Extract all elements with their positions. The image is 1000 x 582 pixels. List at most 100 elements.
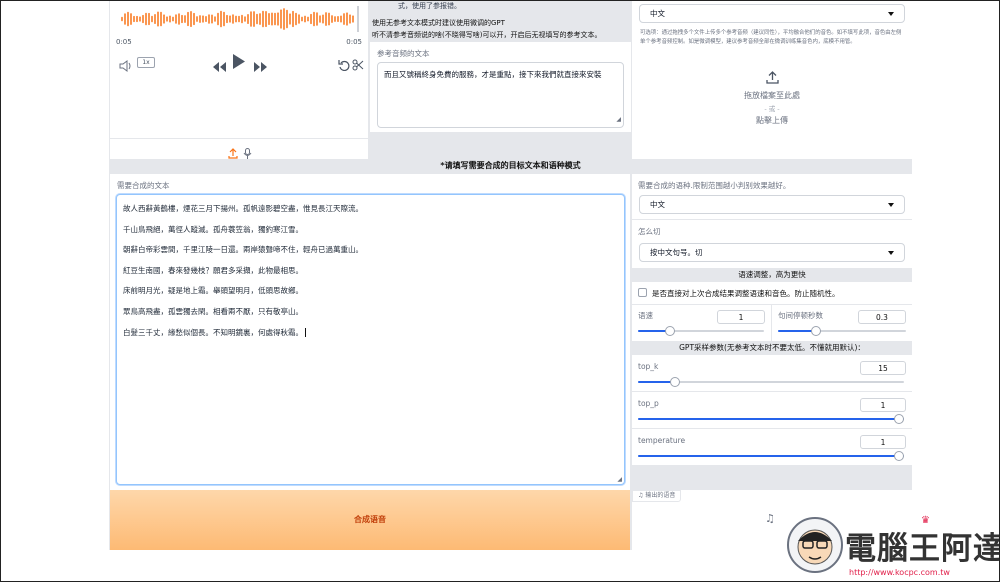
speed-label: 语速 [638, 311, 653, 320]
audio-source-divider [110, 138, 368, 139]
resize-handle-icon[interactable]: ◢ [616, 114, 621, 126]
topp-number-input[interactable]: 1 [860, 398, 906, 412]
undo-icon[interactable] [338, 56, 350, 75]
synthesis-text-panel: 需要合成的文本 故人西辭黃鶴樓，煙花三月下揚州。孤帆遠影碧空盡，惟見長江天際流。… [110, 174, 630, 490]
chevron-down-icon [888, 250, 894, 255]
reference-audio-panel: 0:05 0:05 1x [110, 1, 368, 159]
cut-method-panel: 怎么切 按中文句号。切 [632, 220, 912, 268]
app-container: 0:05 0:05 1x 式，使用了参报错。 使用无参考文本模式时建议使用微调的… [109, 1, 912, 550]
chevron-down-icon [888, 202, 894, 207]
screenshot-frame: 0:05 0:05 1x 式，使用了参报错。 使用无参考文本模式时建议使用微调的… [0, 0, 1000, 582]
topp-slider-thumb[interactable] [894, 414, 904, 424]
pause-number-input[interactable]: 0.3 [858, 310, 906, 324]
music-note-icon: ♫ [638, 492, 644, 499]
dropzone-or: - 或 - [764, 105, 780, 113]
synthesis-text-lines: 故人西辭黃鶴樓，煙花三月下揚州。孤帆遠影碧空盡，惟見長江天際流。 千山鳥飛絕，萬徑… [123, 199, 618, 343]
hint-line-2: 听不清参考音频说的啥(不晓得写啥)可以开，开启后无视填写的参考文本。 [372, 31, 602, 39]
watermark: 電腦王阿達 ♛ http://www.kocpc.com.tw [787, 515, 999, 581]
forward-icon[interactable] [254, 57, 267, 76]
gpt-section-title: GPT采样参数(无参考文本时不要太低。不懂就用默认)： [632, 342, 912, 354]
chevron-down-icon [888, 11, 894, 16]
synthesis-text-line: 朝辭白帝彩雲間，千里江陵一日還。兩岸猿聲啼不住，輕舟已過萬重山。 [123, 245, 363, 255]
watermark-title: 電腦王阿達 [845, 531, 1000, 567]
volume-icon[interactable] [119, 57, 133, 72]
target-language-panel: 需要合成的语种.限制范围越小判别效果越好。 中文 [632, 174, 912, 219]
ref-language-value: 中文 [650, 9, 665, 18]
topp-slider[interactable] [638, 414, 904, 424]
temperature-slider-thumb[interactable] [894, 451, 904, 461]
mascot-logo-icon [787, 517, 843, 573]
scissors-icon[interactable] [352, 56, 364, 75]
music-note-icon: ♫ [765, 512, 775, 525]
synthesize-button-label: 合成语音 [354, 515, 386, 524]
target-language-select[interactable]: 中文 [639, 195, 905, 214]
topp-panel: top_p 1 [632, 392, 912, 428]
temperature-number-input[interactable]: 1 [860, 435, 906, 449]
topk-slider-thumb[interactable] [670, 377, 681, 387]
audio-duration: 0:05 [346, 38, 362, 46]
reference-text-value: 而且又號稱終身免費的服務，才是重點，接下來我們就直接來安裝 [384, 70, 602, 79]
cut-method-select[interactable]: 按中文句号。切 [639, 243, 905, 262]
topk-panel: top_k 15 [632, 355, 912, 391]
hint-top-text: 式，使用了参报错。 [398, 2, 461, 10]
reuse-checkbox-label: 是否直接对上次合成结果调整语速和音色。防止随机性。 [652, 289, 840, 298]
playback-speed-button[interactable]: 1x [137, 57, 155, 68]
speed-slider[interactable] [638, 326, 764, 336]
temperature-label: temperature [638, 436, 686, 445]
speed-slider-thumb[interactable] [664, 326, 675, 336]
reference-text-label: 参考音频的文本 [377, 49, 430, 58]
topp-label: top_p [638, 399, 659, 408]
play-icon[interactable] [233, 54, 245, 73]
output-audio-label: 输出的语音 [645, 492, 676, 499]
topp-slider-fill [638, 418, 904, 420]
rewind-icon[interactable] [213, 57, 226, 76]
topk-slider[interactable] [638, 377, 904, 387]
synthesis-text-line: 千山鳥飛絕，萬徑人蹤滅。孤舟蓑笠翁，獨釣寒江雪。 [123, 224, 303, 234]
upload-icon [766, 69, 779, 88]
temperature-slider-fill [638, 455, 904, 457]
topk-number-input[interactable]: 15 [860, 361, 906, 375]
dropzone-line-1: 拖放檔案至此處 [744, 91, 800, 100]
hint-line-1: 使用无参考文本模式时建议使用微调的GPT [372, 19, 505, 27]
no-ref-text-hint: 式，使用了参报错。 使用无参考文本模式时建议使用微调的GPT 听不清参考音频说的… [370, 1, 631, 41]
speed-section-title: 语速调整，高为更快 [632, 269, 912, 281]
file-dropzone[interactable]: 拖放檔案至此處 - 或 - 點擊上傳 [632, 61, 912, 159]
target-text-banner: *请填写需要合成的目标文本和语种模式 [440, 161, 581, 170]
pause-slider[interactable] [778, 326, 906, 336]
synthesis-text-line: 故人西辭黃鶴樓，煙花三月下揚州。孤帆遠影碧空盡，惟見長江天際流。 [123, 204, 363, 213]
synthesis-text-line: 白髮三千丈，緣愁似個長。不知明鏡裏，何處得秋霜。 [123, 323, 618, 344]
topk-label: top_k [638, 362, 659, 371]
dropzone-line-2: 點擊上傳 [756, 116, 788, 125]
reuse-last-result-panel: 是否直接对上次合成结果调整语速和音色。防止随机性。 [632, 282, 912, 304]
temperature-slider[interactable] [638, 451, 904, 461]
resize-handle-icon[interactable]: ◢ [617, 476, 622, 483]
multi-ref-panel: 中文 可选项：通过拖拽多个文件上传多个参考音频（建议同性），平均融合他们的音色。… [632, 1, 912, 159]
pause-panel: 句间停顿秒数 0.3 [772, 305, 912, 341]
target-language-label: 需要合成的语种.限制范围越小判别效果越好。 [638, 181, 791, 190]
output-audio-tag: ♫ 输出的语音 [632, 490, 682, 502]
synthesis-text-input[interactable]: 故人西辭黃鶴樓，煙花三月下揚州。孤帆遠影碧空盡，惟見長江天際流。 千山鳥飛絕，萬徑… [116, 194, 625, 485]
pause-label: 句间停顿秒数 [778, 311, 823, 320]
reuse-checkbox[interactable] [638, 288, 647, 297]
temperature-panel: temperature 1 [632, 429, 912, 465]
speed-panel: 语速 1 [632, 305, 771, 341]
synthesis-text-line: 床前明月光，疑是地上霜。舉頭望明月，低頭思故鄉。 [123, 286, 303, 296]
waveform[interactable] [118, 4, 368, 34]
pause-slider-thumb[interactable] [811, 326, 822, 336]
synthesis-text-line: 紅豆生南國，春來發幾枝？願君多采擷，此物最相思。 [123, 265, 303, 275]
synthesis-text-line: 眾鳥高飛盡，孤雲獨去閑。相看兩不厭，只有敬亭山。 [123, 306, 303, 316]
crown-icon: ♛ [921, 515, 930, 526]
cut-method-value: 按中文句号。切 [650, 248, 703, 257]
watermark-url: http://www.kocpc.com.tw [849, 568, 950, 577]
text-caret [305, 328, 306, 338]
ref-language-select[interactable]: 中文 [639, 4, 905, 23]
synthesize-button[interactable]: 合成语音 [110, 490, 630, 550]
multi-ref-note: 可选项：通过拖拽多个文件上传多个参考音频（建议同性），平均融合他们的音色。如不填… [640, 30, 902, 45]
audio-current-time: 0:05 [116, 38, 132, 46]
reference-text-panel: 参考音频的文本 而且又號稱終身免費的服務，才是重點，接下來我們就直接來安裝 ◢ [370, 42, 631, 132]
target-language-value: 中文 [650, 200, 665, 209]
cut-method-label: 怎么切 [638, 227, 661, 236]
synthesis-text-label: 需要合成的文本 [117, 181, 170, 190]
reference-text-input[interactable]: 而且又號稱終身免費的服務，才是重點，接下來我們就直接來安裝 ◢ [377, 62, 624, 128]
speed-number-input[interactable]: 1 [717, 310, 765, 324]
